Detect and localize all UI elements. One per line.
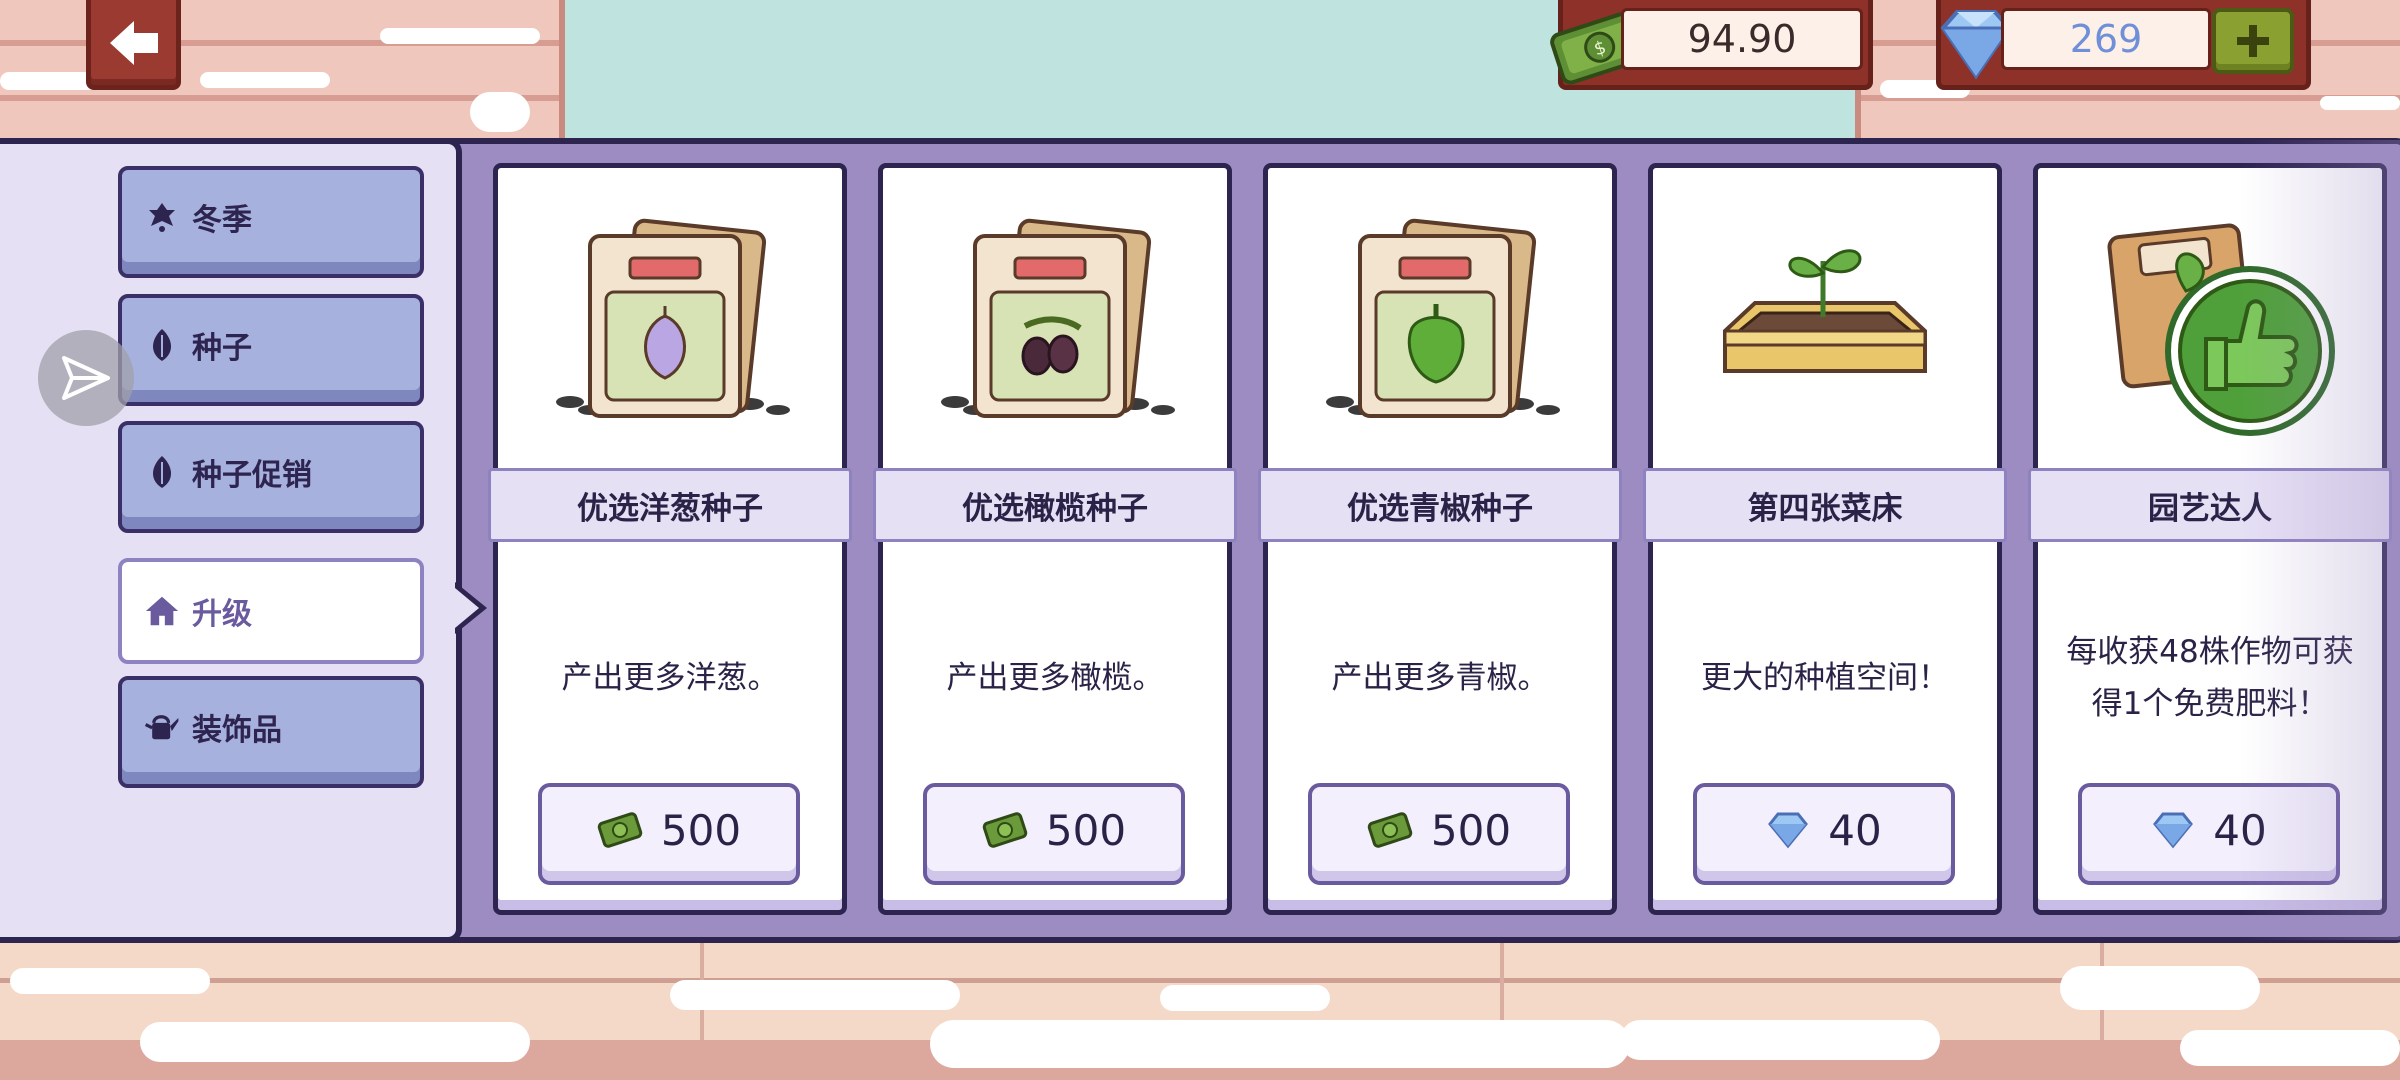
garden-bed-sprout-image: [1653, 186, 1997, 456]
buy-button[interactable]: 500: [923, 783, 1185, 885]
gem-icon: [1768, 812, 1809, 849]
category-seed-sale[interactable]: 种子促销: [118, 421, 424, 533]
card-title: 第四张菜床: [1643, 468, 2007, 542]
category-label: 种子促销: [192, 458, 312, 493]
card-title: 优选橄榄种子: [873, 468, 1237, 542]
cash-icon: [597, 812, 643, 848]
pepper-seed-packets-image: [1268, 186, 1612, 456]
winter-bell-icon: [144, 199, 180, 235]
category-winter[interactable]: 冬季: [118, 166, 424, 278]
price-amount: 500: [1045, 805, 1127, 855]
card-title: 优选洋葱种子: [488, 468, 852, 542]
watering-can-icon: [144, 709, 180, 745]
seed-icon: [144, 327, 180, 363]
buy-button[interactable]: 500: [538, 783, 800, 885]
thumbs-up-badge-image: [2038, 186, 2382, 456]
category-label: 种子: [192, 331, 252, 366]
shop-card-olive-seeds[interactable]: 优选橄榄种子 产出更多橄榄。 500: [873, 163, 1237, 915]
shop-card-fourth-bed[interactable]: 第四张菜床 更大的种植空间！ 40: [1643, 163, 2007, 915]
plus-icon: [2237, 25, 2269, 57]
arrow-left-icon: [109, 20, 158, 65]
send-icon: [62, 356, 110, 400]
category-label: 装饰品: [192, 713, 282, 748]
category-decorations[interactable]: 装饰品: [118, 676, 424, 788]
seed-icon: [144, 454, 180, 490]
shop-card-pepper-seeds[interactable]: 优选青椒种子 产出更多青椒。 500: [1258, 163, 1622, 915]
buy-button[interactable]: 40: [1693, 783, 1955, 885]
category-seeds[interactable]: 种子: [118, 294, 424, 406]
category-label: 冬季: [192, 203, 252, 238]
card-description: 更大的种植空间！: [1701, 660, 1949, 696]
share-button[interactable]: [38, 330, 134, 426]
shop-card-gardening-master[interactable]: 园艺达人 每收获48株作物可获得1个免费肥料！ 40: [2028, 163, 2392, 915]
gem-amount: 269: [2001, 8, 2211, 70]
price-amount: 40: [2213, 805, 2267, 855]
card-title: 园艺达人: [2028, 468, 2392, 542]
card-description: 产出更多洋葱。: [561, 660, 779, 696]
shop-card-onion-seeds[interactable]: 优选洋葱种子 产出更多洋葱。 500: [488, 163, 852, 915]
gem-icon: [2153, 812, 2194, 849]
price-amount: 500: [660, 805, 742, 855]
cash-balance: $ 94.90: [1550, 0, 1873, 90]
cash-amount: 94.90: [1621, 8, 1863, 70]
card-description: 每收获48株作物可获得1个免费肥料！: [2066, 634, 2354, 722]
gem-balance: 269: [1936, 0, 2311, 90]
price-amount: 40: [1828, 805, 1882, 855]
olive-seed-packets-image: [883, 186, 1227, 456]
card-description: 产出更多橄榄。: [946, 660, 1164, 696]
house-icon: [144, 593, 180, 629]
cash-icon: [1367, 812, 1413, 848]
category-label: 升级: [192, 597, 252, 632]
buy-button[interactable]: 40: [2078, 783, 2340, 885]
category-upgrades[interactable]: 升级: [118, 558, 424, 664]
price-amount: 500: [1430, 805, 1512, 855]
add-gems-button[interactable]: [2212, 8, 2294, 74]
card-description: 产出更多青椒。: [1331, 660, 1549, 696]
onion-seed-packets-image: [498, 186, 842, 456]
back-button[interactable]: [86, 0, 181, 90]
buy-button[interactable]: 500: [1308, 783, 1570, 885]
card-title: 优选青椒种子: [1258, 468, 1622, 542]
cash-icon: [982, 812, 1028, 848]
